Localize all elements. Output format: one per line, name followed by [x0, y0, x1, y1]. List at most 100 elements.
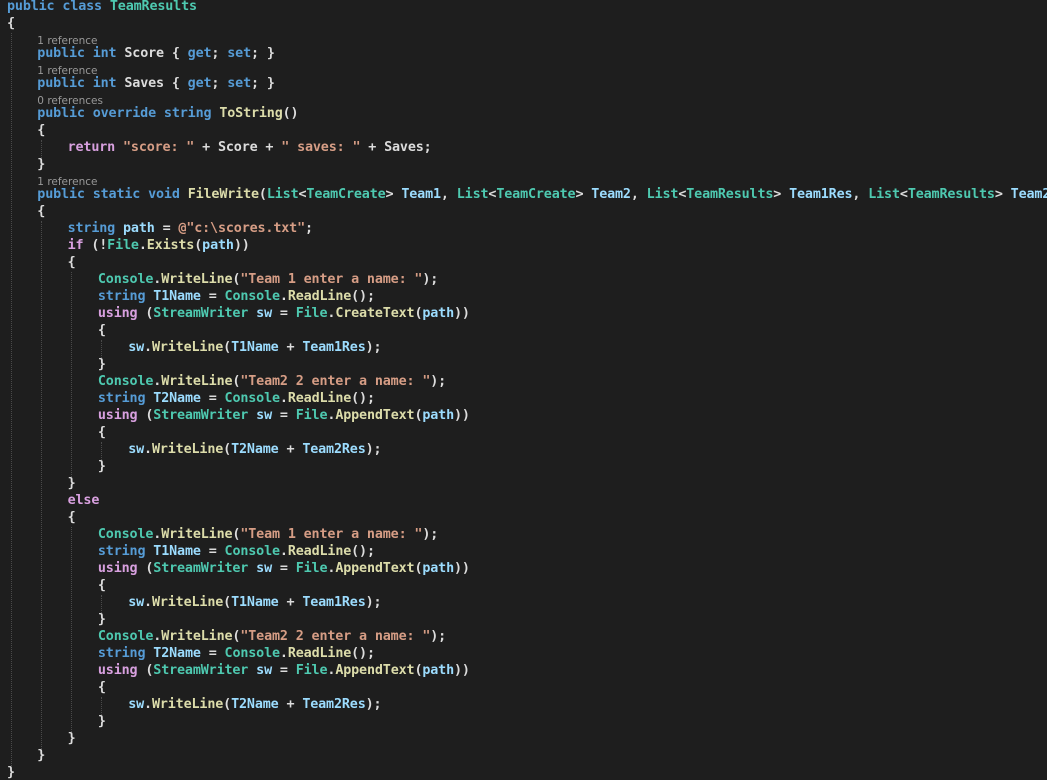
- code-token: @"c:\scores.txt": [178, 221, 305, 236]
- code-token: .: [144, 595, 152, 610]
- code-line: {: [37, 204, 45, 220]
- code-token: T1Name: [231, 595, 279, 610]
- code-token: File: [107, 238, 139, 253]
- code-line: public int Saves { get; set; }: [37, 76, 275, 92]
- code-line: }: [68, 476, 76, 492]
- code-token: {: [97, 323, 106, 338]
- indent-guide: [71, 272, 72, 477]
- code-token: (: [137, 561, 154, 576]
- code-line: {: [7, 16, 15, 32]
- indent-guide: [71, 527, 72, 732]
- code-token: sw: [256, 408, 272, 423]
- code-token: (): [282, 106, 299, 121]
- code-token: Team1Res: [302, 340, 366, 355]
- code-token: .: [279, 391, 288, 406]
- code-token: static: [92, 187, 141, 202]
- code-line: sw.WriteLine(T1Name + Team1Res);: [128, 340, 381, 356]
- code-token: =: [200, 391, 225, 406]
- code-line: }: [68, 731, 76, 747]
- code-token: =: [154, 221, 179, 236]
- code-token: File: [295, 306, 328, 321]
- code-token: Console: [97, 272, 154, 287]
- code-line: }: [98, 612, 106, 628]
- code-token: ();: [351, 391, 375, 406]
- code-token: using: [97, 306, 138, 321]
- code-token: AppendText: [335, 561, 415, 576]
- indent-guide: [41, 140, 42, 158]
- code-token: (: [137, 408, 154, 423]
- code-token: )): [454, 561, 470, 576]
- code-token: "score: ": [123, 140, 195, 155]
- code-token: class: [62, 0, 102, 14]
- code-token: T1Name: [231, 340, 279, 355]
- code-token: =: [271, 408, 296, 423]
- code-editor[interactable]: public class TeamResults{1 reference publ…: [0, 0, 1047, 780]
- code-token: )): [454, 306, 470, 321]
- code-token: Team1Res: [789, 187, 853, 202]
- code-token: .: [144, 442, 152, 457]
- code-token: path: [202, 238, 234, 253]
- code-token: CreateText: [335, 306, 415, 321]
- code-token: override: [92, 106, 156, 121]
- code-token: );: [430, 629, 447, 644]
- code-token: sw: [128, 442, 145, 457]
- code-token: ,: [630, 187, 647, 202]
- code-token: >: [773, 187, 790, 202]
- code-token: );: [365, 697, 382, 712]
- code-token: sw: [256, 663, 272, 678]
- indent-guide: [101, 442, 102, 460]
- code-token: ReadLine: [287, 646, 352, 661]
- code-token: sw: [128, 697, 145, 712]
- code-line: sw.WriteLine(T1Name + Team1Res);: [128, 595, 381, 611]
- code-line: string T1Name = Console.ReadLine();: [98, 289, 375, 305]
- code-line: string T2Name = Console.ReadLine();: [98, 646, 375, 662]
- code-token: (: [223, 442, 232, 457]
- code-line: {: [98, 323, 106, 339]
- code-token: sw: [256, 306, 272, 321]
- code-token: path: [422, 663, 455, 678]
- code-token: (: [223, 340, 232, 355]
- code-token: Exists: [146, 238, 195, 253]
- code-token: (!: [83, 238, 108, 253]
- code-line: string T1Name = Console.ReadLine();: [98, 544, 375, 560]
- code-line: else: [68, 493, 100, 509]
- code-token: {: [67, 255, 76, 270]
- code-token: T2Name: [153, 391, 201, 406]
- code-token: T1Name: [153, 289, 201, 304]
- code-token: using: [97, 663, 138, 678]
- code-token: }: [97, 459, 106, 474]
- code-line: }: [37, 157, 45, 173]
- code-token: ;: [211, 76, 228, 91]
- code-token: =: [271, 663, 296, 678]
- code-line: {: [37, 123, 45, 139]
- code-line: Console.WriteLine("Team 1 enter a name: …: [98, 527, 438, 543]
- code-token: }: [67, 731, 76, 746]
- code-token: WriteLine: [151, 595, 224, 610]
- code-token: string: [97, 544, 146, 559]
- code-token: using: [97, 408, 138, 423]
- code-token: get: [187, 76, 212, 91]
- code-token: StreamWriter: [153, 663, 249, 678]
- code-token: FileWrite: [187, 187, 259, 202]
- code-token: T1Name: [153, 544, 201, 559]
- code-token: File: [295, 561, 328, 576]
- code-token: public: [37, 106, 85, 121]
- code-token: public: [37, 187, 85, 202]
- code-token: Console: [224, 646, 281, 661]
- code-line: }: [37, 748, 45, 764]
- code-token: return: [67, 140, 116, 155]
- code-line: Console.WriteLine("Team 1 enter a name: …: [98, 272, 438, 288]
- code-token: Console: [224, 391, 281, 406]
- code-line: if (!File.Exists(path)): [68, 238, 250, 254]
- code-token: string: [163, 106, 212, 121]
- code-token: );: [422, 272, 439, 287]
- code-line: sw.WriteLine(T2Name + Team2Res);: [128, 442, 381, 458]
- code-token: ();: [351, 544, 375, 559]
- code-token: StreamWriter: [153, 306, 249, 321]
- code-token: .: [144, 340, 152, 355]
